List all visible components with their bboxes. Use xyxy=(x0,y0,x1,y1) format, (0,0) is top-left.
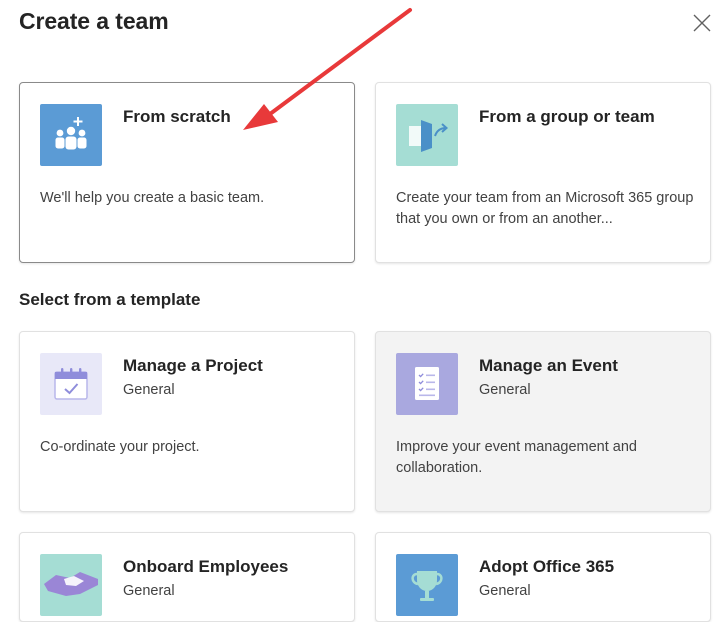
dialog-title: Create a team xyxy=(19,8,169,34)
template-card-manage-project[interactable]: Manage a Project General Co-ordinate you… xyxy=(19,331,355,512)
card-description: Co-ordinate your project. xyxy=(40,439,200,455)
handshake-icon xyxy=(40,554,102,616)
from-group-card[interactable]: From a group or team Create your team fr… xyxy=(375,82,711,263)
checklist-icon xyxy=(396,353,458,415)
people-add-icon xyxy=(40,104,102,166)
template-card-adopt-office-365[interactable]: Adopt Office 365 General xyxy=(375,532,711,622)
from-scratch-card[interactable]: From scratch We'll help you create a bas… xyxy=(19,82,355,263)
card-category: General xyxy=(123,382,175,398)
template-card-manage-event[interactable]: Manage an Event General Improve your eve… xyxy=(375,331,711,512)
template-section-title: Select from a template xyxy=(19,290,201,309)
card-category: General xyxy=(479,583,531,599)
group-import-icon xyxy=(396,104,458,166)
card-title: Manage an Event xyxy=(479,356,618,375)
close-button[interactable] xyxy=(691,12,713,34)
card-description: Improve your event management and collab… xyxy=(396,439,637,476)
card-description: Create your team from an Microsoft 365 g… xyxy=(396,190,694,227)
close-icon xyxy=(693,14,711,32)
card-description: We'll help you create a basic team. xyxy=(40,190,265,206)
card-title: From scratch xyxy=(123,107,231,126)
trophy-icon xyxy=(396,554,458,616)
card-title: Adopt Office 365 xyxy=(479,557,615,576)
template-card-onboard-employees[interactable]: Onboard Employees General xyxy=(19,532,355,622)
card-title: Manage a Project xyxy=(123,356,263,375)
card-title: Onboard Employees xyxy=(123,557,289,576)
card-category: General xyxy=(123,583,175,599)
card-title: From a group or team xyxy=(479,107,655,126)
card-category: General xyxy=(479,382,531,398)
calendar-check-icon xyxy=(40,353,102,415)
